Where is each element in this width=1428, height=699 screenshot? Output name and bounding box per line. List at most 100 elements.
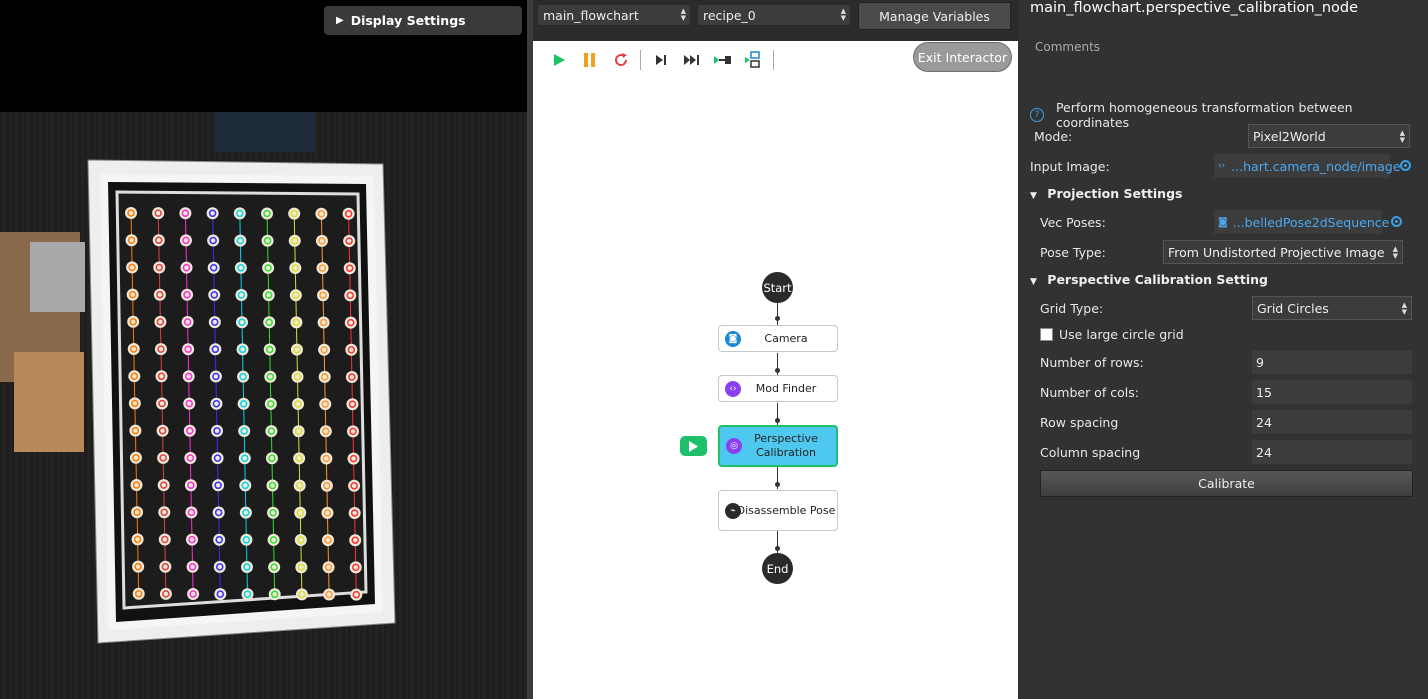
grid-circle xyxy=(154,343,167,356)
grid-circle xyxy=(348,507,361,519)
grid-circle xyxy=(295,588,308,601)
grid-circle xyxy=(132,587,145,600)
perspective-calibration-node[interactable]: ◎ Perspective Calibration xyxy=(718,425,838,467)
grid-circle xyxy=(154,315,167,328)
grid-circle xyxy=(347,425,359,438)
grid-circle xyxy=(236,316,248,329)
connector-dot xyxy=(775,368,780,373)
comments-field[interactable]: Comments xyxy=(1035,40,1100,54)
grid-circle xyxy=(236,343,249,356)
flowchart-select-value: main_flowchart xyxy=(543,7,639,23)
run-node-icon[interactable] xyxy=(738,48,769,72)
perspective-calibration-label: Perspective Calibration Setting xyxy=(1047,272,1268,287)
input-image-link[interactable]: ‹› ...hart.camera_node/image xyxy=(1214,154,1401,178)
link-target-icon[interactable] xyxy=(1391,216,1402,227)
grid-circle xyxy=(187,588,200,600)
connector-dot xyxy=(775,482,780,487)
mode-value: Pixel2World xyxy=(1253,128,1326,144)
vec-poses-label: Vec Poses: xyxy=(1040,215,1106,230)
grid-circle xyxy=(128,397,141,410)
mode-select[interactable]: Pixel2World ▲ ▼ xyxy=(1248,124,1410,148)
grid-circle xyxy=(126,261,139,274)
fast-forward-icon[interactable] xyxy=(676,48,707,72)
cols-input[interactable]: 15 xyxy=(1252,380,1412,404)
grid-circle xyxy=(129,424,142,437)
grid-circle xyxy=(240,561,253,573)
column-spacing-label: Column spacing xyxy=(1040,445,1141,460)
toolbar-separator xyxy=(773,50,774,70)
pose-type-label: Pose Type: xyxy=(1040,245,1106,260)
calibrate-button[interactable]: Calibrate xyxy=(1040,470,1413,497)
disassemble-pose-node[interactable]: ⌁ Disassemble Pose xyxy=(718,490,838,531)
run-to-node-icon[interactable] xyxy=(707,48,738,72)
manage-variables-button[interactable]: Manage Variables xyxy=(858,2,1011,30)
grid-circle xyxy=(316,262,329,275)
display-settings-toggle[interactable]: ▶ Display Settings xyxy=(324,6,522,35)
grid-circle xyxy=(182,370,195,383)
grid-circle xyxy=(214,588,227,601)
large-circle-grid-label: Use large circle grid xyxy=(1059,327,1184,342)
pause-icon[interactable] xyxy=(574,48,605,72)
vec-poses-link[interactable]: ◙ ...belledPose2dSequence xyxy=(1214,210,1389,234)
rows-label: Number of rows: xyxy=(1040,355,1144,370)
disassemble-icon: ⌁ xyxy=(725,502,741,519)
execution-toolbar xyxy=(543,47,778,73)
projection-settings-header[interactable]: ▼ Projection Settings xyxy=(1030,186,1182,201)
grid-circle xyxy=(186,533,198,546)
grid-circle xyxy=(182,343,195,356)
flowchart-canvas[interactable]: Exit Interactor Start ◙ Camera ‹› Mod Fi… xyxy=(533,41,1018,699)
start-node[interactable]: Start xyxy=(762,272,793,303)
column-spacing-input[interactable]: 24 xyxy=(1252,440,1412,464)
grid-circle xyxy=(152,234,165,247)
recipe-select[interactable]: recipe_0 ▲ ▼ xyxy=(697,4,851,26)
grid-circle xyxy=(156,397,169,410)
mod-finder-node[interactable]: ‹› Mod Finder xyxy=(718,375,838,402)
grid-circle xyxy=(343,235,356,247)
grid-circle xyxy=(237,370,250,383)
play-icon[interactable] xyxy=(543,48,574,72)
help-icon[interactable]: ? xyxy=(1030,108,1044,122)
grid-circle xyxy=(183,397,196,410)
cols-value: 15 xyxy=(1256,384,1272,400)
grid-circle xyxy=(207,261,220,274)
row-spacing-value: 24 xyxy=(1256,414,1272,430)
grid-circle xyxy=(265,425,278,438)
projection-settings-label: Projection Settings xyxy=(1047,186,1183,201)
grid-circle xyxy=(266,479,279,492)
grid-circle xyxy=(342,207,355,220)
calibrate-label: Calibrate xyxy=(1198,476,1255,491)
grid-type-select[interactable]: Grid Circles ▲ ▼ xyxy=(1252,296,1412,320)
grid-circle xyxy=(179,234,192,247)
image-viewer[interactable]: ▶ Display Settings xyxy=(0,0,527,699)
grid-circle xyxy=(289,289,302,302)
grid-circle xyxy=(288,234,301,247)
step-icon[interactable] xyxy=(645,48,676,72)
grid-circle xyxy=(319,425,332,438)
select-arrows-icon: ▲ ▼ xyxy=(1399,129,1405,144)
grid-circle xyxy=(268,588,281,601)
grid-circle xyxy=(318,343,331,356)
column-spacing-value: 24 xyxy=(1256,444,1272,460)
exit-interactor-button[interactable]: Exit Interactor xyxy=(913,42,1012,72)
perspective-calibration-header[interactable]: ▼ Perspective Calibration Setting xyxy=(1030,272,1268,287)
large-circle-grid-checkbox[interactable] xyxy=(1040,328,1053,341)
background-object xyxy=(215,112,315,152)
link-target-icon[interactable] xyxy=(1400,160,1411,171)
pose-type-select[interactable]: From Undistorted Projective Image ▲ ▼ xyxy=(1163,240,1403,264)
grid-circle xyxy=(347,452,360,465)
end-node[interactable]: End xyxy=(762,553,793,584)
camera-icon: ◙ xyxy=(1218,216,1228,228)
target-node-icon: ◎ xyxy=(726,438,742,454)
vec-poses-row: Vec Poses: ◙ ...belledPose2dSequence xyxy=(1018,210,1428,236)
flowchart-select[interactable]: main_flowchart ▲ ▼ xyxy=(537,4,691,26)
grid-circle xyxy=(183,424,196,437)
grid-circle xyxy=(184,479,197,492)
restart-icon[interactable] xyxy=(605,48,636,72)
select-arrows-icon: ▲ ▼ xyxy=(840,7,846,22)
mode-row: Mode: Pixel2World ▲ ▼ xyxy=(1018,124,1428,150)
camera-node[interactable]: ◙ Camera xyxy=(718,325,838,352)
mode-label: Mode: xyxy=(1034,129,1073,144)
grid-circle xyxy=(293,452,306,465)
rows-input[interactable]: 9 xyxy=(1252,350,1412,374)
row-spacing-input[interactable]: 24 xyxy=(1252,410,1412,434)
